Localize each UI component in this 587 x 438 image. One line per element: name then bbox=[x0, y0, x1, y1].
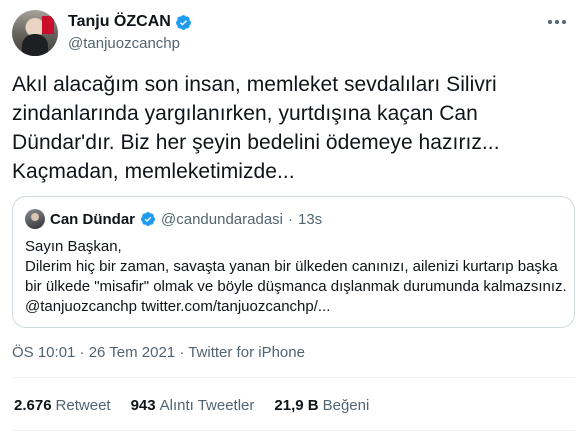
stat-value: 943 bbox=[130, 397, 156, 414]
quoted-line: @tanjuozcanchp twitter.com/tanjuozcanchp… bbox=[25, 298, 331, 315]
tweet-line: Dündar'dır. Biz her şeyin bedelini ödeme… bbox=[12, 131, 500, 154]
author-name-text[interactable]: Tanju ÖZCAN bbox=[68, 13, 171, 31]
quoted-separator: · bbox=[288, 210, 293, 228]
flag-shape bbox=[42, 16, 54, 34]
more-options-icon[interactable] bbox=[545, 12, 569, 32]
tweet-line: Akıl alacağım son insan, memleket sevdal… bbox=[12, 73, 497, 96]
stat-label: Alıntı Tweetler bbox=[159, 397, 255, 414]
quoted-text: Sayın Başkan, Dilerim hiç bir zaman, sav… bbox=[25, 237, 570, 317]
tweet-header: Tanju ÖZCAN @tanjuozcanchp bbox=[12, 10, 575, 58]
author-handle[interactable]: @tanjuozcanchp bbox=[68, 35, 192, 52]
stat-label: Beğeni bbox=[322, 397, 370, 414]
stat-likes[interactable]: 21,9 B Beğeni bbox=[274, 397, 369, 414]
quoted-avatar bbox=[25, 209, 45, 229]
tweet-line: Kaçmadan, memleketimizde... bbox=[12, 160, 295, 183]
stat-value: 21,9 B bbox=[274, 397, 319, 414]
stat-label: Retweet bbox=[55, 397, 111, 414]
quoted-handle: @candundaradasi bbox=[161, 210, 283, 228]
tweet-meta[interactable]: ÖS 10:01 · 26 Tem 2021 · Twitter for iPh… bbox=[12, 344, 305, 361]
stat-retweets[interactable]: 2.676 Retweet bbox=[14, 397, 111, 414]
stat-quote-tweets[interactable]: 943 Alıntı Tweetler bbox=[131, 397, 255, 414]
quoted-line: Dilerim hiç bir zaman, savaşta yanan bir… bbox=[25, 258, 558, 275]
tweet-stats: 2.676 Retweet 943 Alıntı Tweetler 21,9 B Be… bbox=[14, 397, 369, 414]
quoted-line: Sayın Başkan, bbox=[25, 238, 122, 255]
quoted-name: Can Dündar bbox=[50, 210, 136, 228]
author-avatar[interactable] bbox=[12, 10, 58, 56]
more-dot bbox=[555, 20, 559, 24]
avatar-figure bbox=[22, 34, 48, 56]
author-names: Tanju ÖZCAN @tanjuozcanchp bbox=[68, 12, 192, 52]
quoted-time: 13s bbox=[298, 210, 323, 228]
more-dot bbox=[548, 20, 552, 24]
quoted-line: bir ülkede "misafir" olmak ve böyle düşm… bbox=[25, 278, 567, 295]
divider bbox=[12, 430, 575, 431]
quoted-header: Can Dündar @candundaradasi · 13s bbox=[25, 209, 322, 229]
divider bbox=[12, 377, 575, 378]
tweet-line: zindanlarında yargılanırken, yurtdışına … bbox=[12, 102, 478, 125]
tweet-text: Akıl alacağım son insan, memleket sevdal… bbox=[12, 70, 572, 186]
verified-badge-icon bbox=[175, 14, 191, 30]
more-dot bbox=[562, 20, 566, 24]
author-display-name[interactable]: Tanju ÖZCAN bbox=[68, 12, 192, 32]
quoted-tweet[interactable]: Can Dündar @candundaradasi · 13s Sayın B… bbox=[12, 196, 575, 328]
verified-badge-icon bbox=[141, 212, 156, 226]
stat-value: 2.676 bbox=[14, 397, 52, 414]
